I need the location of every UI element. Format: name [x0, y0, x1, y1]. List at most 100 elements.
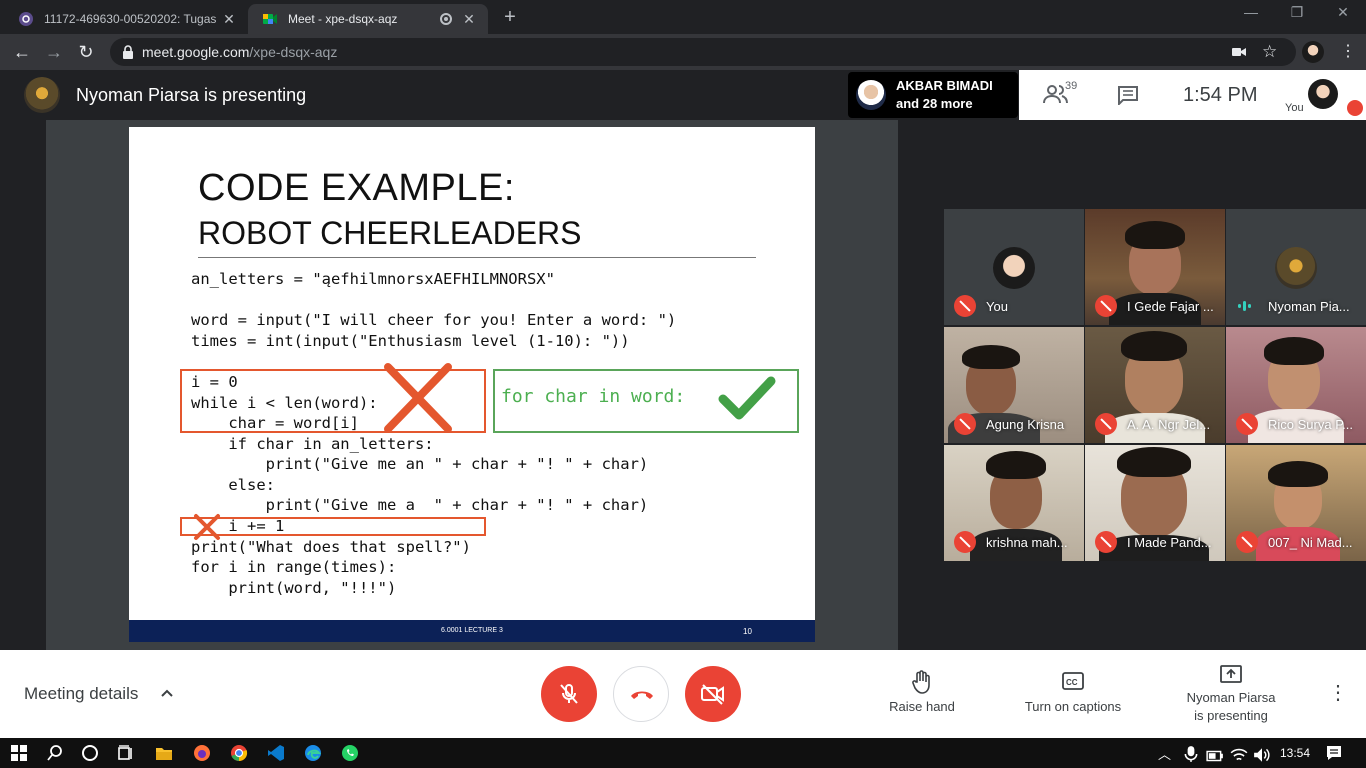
url-path: /xpe-dsqx-aqz [249, 44, 338, 60]
microphone-toggle-button[interactable] [541, 666, 597, 722]
code-line: else: [191, 476, 275, 494]
participant-name: You [986, 299, 1008, 314]
participant-name: krishna mah... [986, 535, 1068, 550]
close-tab-icon[interactable]: ✕ [458, 11, 480, 28]
footer-page: 10 [743, 627, 752, 636]
slide-subtitle: ROBOT CHEERLEADERS [198, 215, 582, 251]
volume-icon[interactable] [1253, 746, 1271, 764]
participant-tile[interactable]: krishna mah... [944, 445, 1084, 561]
avatar [993, 247, 1035, 289]
back-button[interactable]: ← [10, 40, 34, 64]
windows-taskbar: ︿ 13:54 [0, 738, 1366, 768]
task-view-icon[interactable] [117, 744, 135, 762]
tray-mic-icon[interactable] [1182, 745, 1200, 763]
mic-off-icon [1236, 531, 1258, 553]
footer-course: 6.0001 LECTURE 3 [441, 627, 503, 634]
participant-tile[interactable]: A. A. Ngr Jel... [1085, 327, 1225, 443]
edge-icon[interactable] [304, 744, 322, 762]
video-hair [1264, 337, 1324, 365]
mic-off-icon [954, 413, 976, 435]
vscode-icon[interactable] [267, 744, 285, 762]
code-line: print("Give me a " + char + "! " + char) [191, 496, 649, 514]
tab-meet[interactable]: Meet - xpe-dsqx-aqz ✕ [248, 4, 488, 34]
leave-call-button[interactable] [613, 666, 669, 722]
slide-footer: 6.0001 LECTURE 3 10 [129, 620, 815, 642]
people-button[interactable]: 39 [1043, 80, 1077, 110]
file-explorer-icon[interactable] [155, 744, 173, 762]
participant-tile[interactable]: Nyoman Pia... [1226, 209, 1366, 325]
mic-off-icon [1095, 295, 1117, 317]
new-tab-button[interactable]: + [498, 6, 522, 29]
chevron-up-icon[interactable] [160, 688, 174, 698]
profile-avatar[interactable] [1302, 41, 1324, 63]
chat-icon[interactable] [1117, 85, 1139, 105]
avatar [1275, 247, 1317, 289]
video-hair [1121, 331, 1187, 361]
active-speaker-chip[interactable]: AKBAR BIMADI and 28 more [848, 72, 1018, 118]
camera-off-icon [701, 684, 724, 705]
tab-title: Meet - xpe-dsqx-aqz [288, 12, 398, 26]
whatsapp-icon[interactable] [341, 744, 359, 762]
meet-favicon-icon [263, 14, 277, 24]
increment-box [180, 517, 486, 536]
raise-hand-label: Raise hand [889, 699, 955, 714]
browser-menu-icon[interactable]: ⋮ [1336, 40, 1360, 64]
code-line: an_letters = "ąefhilmnorsxAEFHILMNORSX" [191, 270, 555, 288]
participant-tile[interactable]: I Gede Fajar ... [1085, 209, 1225, 325]
hang-up-icon [631, 691, 653, 699]
participant-name: A. A. Ngr Jel... [1127, 417, 1211, 432]
taskbar-clock[interactable]: 13:54 [1280, 746, 1310, 760]
green-check-icon [718, 376, 776, 420]
participant-tile[interactable]: I Made Pand... [1085, 445, 1225, 561]
participant-tile[interactable]: 007_ Ni Mad... [1226, 445, 1366, 561]
speaker-more: and 28 more [896, 96, 973, 111]
participant-name: Nyoman Pia... [1268, 299, 1350, 314]
camera-permission-icon[interactable] [1232, 46, 1246, 58]
video-hair [962, 345, 1020, 369]
mic-off-icon [1236, 413, 1258, 435]
presenting-label-line2: is presenting [1194, 708, 1268, 723]
participant-tile[interactable]: You [944, 209, 1084, 325]
participant-grid: You I Gede Fajar ... Nyoman Pia... Agung… [944, 209, 1366, 561]
mic-off-icon [1095, 413, 1117, 435]
address-bar[interactable]: meet.google.com/xpe-dsqx-aqz ☆ [110, 38, 1296, 66]
video-hair [1117, 447, 1191, 477]
restore-button[interactable]: ❐ [1274, 4, 1320, 21]
participant-tile[interactable]: Agung Krisna [944, 327, 1084, 443]
chrome-icon[interactable] [230, 744, 248, 762]
code-line: print(word, "!!!") [191, 579, 397, 597]
close-window-button[interactable]: ✕ [1320, 4, 1366, 21]
tray-expand-icon[interactable]: ︿ [1158, 744, 1171, 763]
more-options-icon[interactable]: ⋮ [1328, 680, 1348, 705]
close-tab-icon[interactable]: ✕ [218, 11, 240, 28]
firefox-icon[interactable] [193, 744, 211, 762]
participant-name: Agung Krisna [986, 417, 1065, 432]
url-host: meet.google.com [142, 44, 250, 60]
presenting-label-line1: Nyoman Piarsa [1186, 690, 1276, 705]
mic-off-icon [1095, 531, 1117, 553]
camera-toggle-button[interactable] [685, 666, 741, 722]
code-line: if char in an_letters: [191, 435, 434, 453]
svg-text:CC: CC [1066, 678, 1078, 687]
participant-name: Rico Surya P... [1268, 417, 1354, 432]
mic-off-icon [954, 531, 976, 553]
search-icon[interactable] [46, 744, 64, 762]
forward-button[interactable]: → [42, 40, 66, 64]
windows-start-icon[interactable] [10, 744, 28, 762]
battery-icon[interactable] [1206, 747, 1224, 765]
reload-button[interactable]: ↻ [74, 40, 98, 64]
participant-tile[interactable]: Rico Surya P... [1226, 327, 1366, 443]
red-cross-small-icon [194, 514, 220, 540]
code-line: print("Give me an " + char + "! " + char… [191, 455, 649, 473]
tab-tugas[interactable]: 11172-469630-00520202: Tugas ✕ [4, 4, 248, 34]
red-cross-icon [384, 363, 452, 433]
meeting-details-button[interactable]: Meeting details [24, 684, 138, 704]
notifications-icon[interactable] [1325, 744, 1343, 762]
self-avatar[interactable] [1308, 79, 1338, 109]
wifi-icon[interactable] [1230, 746, 1248, 764]
bookmark-star-icon[interactable]: ☆ [1262, 42, 1277, 62]
minimize-button[interactable]: — [1228, 4, 1274, 20]
hand-icon [912, 670, 930, 694]
meeting-clock: 1:54 PM [1183, 84, 1258, 106]
cortana-icon[interactable] [81, 744, 99, 762]
